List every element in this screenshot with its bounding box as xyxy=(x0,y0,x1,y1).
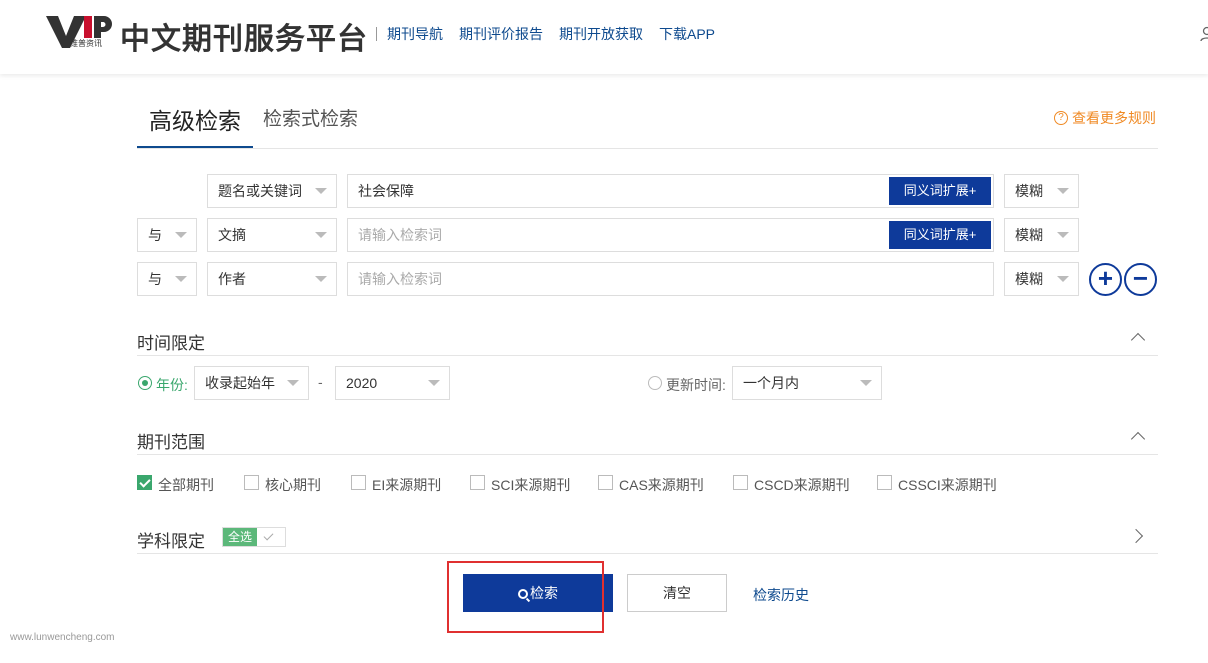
label-core-journals[interactable]: 核心期刊 xyxy=(265,475,321,495)
checkbox-cas-journals[interactable] xyxy=(598,475,613,490)
logic-select-2-value: 与 xyxy=(148,227,162,243)
time-section-title: 时间限定 xyxy=(137,334,205,353)
question-icon: ? xyxy=(1054,111,1068,125)
select-all-subjects[interactable]: 全选 xyxy=(222,527,286,547)
match-select-2[interactable]: 模糊 xyxy=(1004,218,1079,252)
nav-download-app[interactable]: 下载APP xyxy=(659,24,715,44)
field-select-1[interactable]: 题名或关键词 xyxy=(207,174,337,208)
chevron-down-icon xyxy=(1057,276,1069,282)
time-section-divider xyxy=(137,355,1158,356)
label-ei-journals[interactable]: EI来源期刊 xyxy=(372,475,441,495)
collapse-time-icon[interactable] xyxy=(1130,332,1146,348)
user-icon[interactable] xyxy=(1200,26,1208,42)
logo-subtitle: 维普资讯 xyxy=(70,39,102,48)
label-cas-journals[interactable]: CAS来源期刊 xyxy=(619,475,704,495)
checkbox-ei-journals[interactable] xyxy=(351,475,366,490)
field-select-1-value: 题名或关键词 xyxy=(218,183,302,199)
checkbox-core-journals[interactable] xyxy=(244,475,259,490)
year-start-value: 收录起始年 xyxy=(205,375,275,391)
label-sci-journals[interactable]: SCI来源期刊 xyxy=(491,475,570,495)
field-select-3[interactable]: 作者 xyxy=(207,262,337,296)
checkbox-sci-journals[interactable] xyxy=(470,475,485,490)
subject-section-title: 学科限定 xyxy=(137,532,205,551)
watermark: www.lunwencheng.com xyxy=(10,632,115,643)
collapse-journal-icon[interactable] xyxy=(1130,431,1146,447)
chevron-down-icon xyxy=(1057,188,1069,194)
journal-section-divider xyxy=(137,454,1158,455)
more-rules-link[interactable]: ? 查看更多规则 xyxy=(1054,108,1156,128)
chevron-down-icon xyxy=(860,380,872,386)
chevron-down-icon xyxy=(315,232,327,238)
logic-select-2[interactable]: 与 xyxy=(137,218,197,252)
top-nav: 期刊导航 期刊评价报告 期刊开放获取 下载APP xyxy=(387,24,715,44)
logic-select-3[interactable]: 与 xyxy=(137,262,197,296)
subject-section-divider xyxy=(137,553,1158,554)
year-end-value: 2020 xyxy=(346,375,378,391)
update-time-label: 更新时间: xyxy=(666,377,726,393)
year-end-select[interactable]: 2020 xyxy=(335,366,450,400)
search-term-input-3[interactable]: 请输入检索词 xyxy=(347,262,994,296)
header-divider xyxy=(376,27,377,41)
checkbox-cscd-journals[interactable] xyxy=(733,475,748,490)
checkbox-all-journals[interactable] xyxy=(137,475,152,490)
more-rules-label: 查看更多规则 xyxy=(1072,110,1156,126)
chevron-down-icon xyxy=(175,232,187,238)
field-select-3-value: 作者 xyxy=(218,271,246,287)
synonym-expand-button-1[interactable]: 同义词扩展+ xyxy=(889,177,991,205)
year-start-select[interactable]: 收录起始年 xyxy=(194,366,309,400)
tab-expression-search[interactable]: 检索式检索 xyxy=(263,104,358,131)
field-select-2[interactable]: 文摘 xyxy=(207,218,337,252)
label-all-journals[interactable]: 全部期刊 xyxy=(158,475,214,495)
update-time-select[interactable]: 一个月内 xyxy=(732,366,882,400)
chevron-down-icon xyxy=(315,188,327,194)
chevron-down-icon xyxy=(315,276,327,282)
highlight-box xyxy=(447,561,604,633)
nav-open-access[interactable]: 期刊开放获取 xyxy=(559,24,643,44)
journal-section-title: 期刊范围 xyxy=(137,433,205,452)
tab-advanced-search[interactable]: 高级检索 xyxy=(137,100,253,150)
field-select-2-value: 文摘 xyxy=(218,227,246,243)
match-select-2-value: 模糊 xyxy=(1015,227,1043,243)
chevron-down-icon xyxy=(287,380,299,386)
chevron-down-icon xyxy=(428,380,440,386)
search-history-link[interactable]: 检索历史 xyxy=(753,585,809,605)
logic-select-3-value: 与 xyxy=(148,271,162,287)
check-icon xyxy=(263,530,274,541)
chevron-down-icon xyxy=(175,276,187,282)
synonym-expand-button-2[interactable]: 同义词扩展+ xyxy=(889,221,991,249)
nav-evaluation-report[interactable]: 期刊评价报告 xyxy=(459,24,543,44)
nav-journal-guide[interactable]: 期刊导航 xyxy=(387,24,443,44)
update-time-radio[interactable] xyxy=(648,376,662,390)
chevron-down-icon xyxy=(1057,232,1069,238)
remove-row-button[interactable]: − xyxy=(1124,263,1157,296)
select-all-label: 全选 xyxy=(223,528,257,546)
tab-divider xyxy=(137,148,1158,149)
checkbox-cssci-journals[interactable] xyxy=(877,475,892,490)
site-title: 中文期刊服务平台 xyxy=(120,23,368,56)
add-row-button[interactable]: + xyxy=(1089,263,1122,296)
year-range-dash: - xyxy=(318,374,323,390)
label-cssci-journals[interactable]: CSSCI来源期刊 xyxy=(898,475,997,495)
year-label: 年份: xyxy=(156,377,188,393)
match-select-1-value: 模糊 xyxy=(1015,183,1043,199)
clear-button[interactable]: 清空 xyxy=(627,574,727,612)
expand-subject-icon[interactable] xyxy=(1128,528,1144,544)
year-radio[interactable] xyxy=(138,376,152,390)
top-header: 维普资讯 中文期刊服务平台 期刊导航 期刊评价报告 期刊开放获取 下载APP xyxy=(0,0,1208,74)
label-cscd-journals[interactable]: CSCD来源期刊 xyxy=(754,475,850,495)
match-select-3-value: 模糊 xyxy=(1015,271,1043,287)
match-select-3[interactable]: 模糊 xyxy=(1004,262,1079,296)
match-select-1[interactable]: 模糊 xyxy=(1004,174,1079,208)
update-time-value: 一个月内 xyxy=(743,375,799,391)
